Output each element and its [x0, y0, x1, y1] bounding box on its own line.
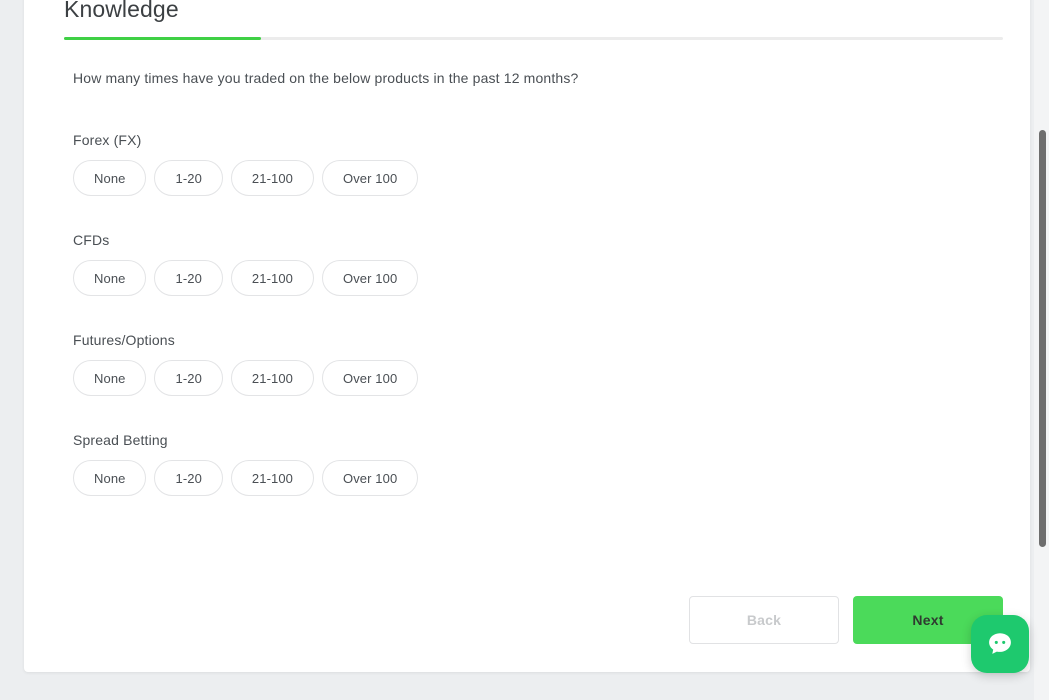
product-groups: Forex (FX) None 1-20 21-100 Over 100 CFDs None… [73, 132, 973, 496]
option-pill[interactable]: Over 100 [322, 460, 419, 496]
option-pill[interactable]: 21-100 [230, 160, 314, 196]
progress-bar-track [64, 37, 1003, 40]
option-pill[interactable]: 1-20 [154, 260, 223, 296]
knowledge-form-card: Knowledge How many times have you traded… [24, 0, 1030, 672]
option-pill[interactable]: 1-20 [154, 460, 223, 496]
option-pill[interactable]: None [73, 460, 147, 496]
page-title: Knowledge [64, 0, 179, 22]
product-group: Futures/Options None 1-20 21-100 Over 100 [73, 332, 973, 396]
option-pill[interactable]: None [73, 160, 147, 196]
form-footer: Back Next [689, 596, 1003, 644]
option-pill[interactable]: 21-100 [230, 360, 314, 396]
progress-bar-fill [64, 37, 262, 40]
option-pill[interactable]: Over 100 [322, 160, 419, 196]
option-pill[interactable]: 1-20 [154, 360, 223, 396]
option-pill[interactable]: Over 100 [322, 360, 419, 396]
question-text: How many times have you traded on the be… [73, 70, 579, 86]
chat-bubble-icon [985, 629, 1015, 659]
product-group-label: Forex (FX) [73, 132, 142, 148]
option-pill[interactable]: None [73, 260, 147, 296]
product-group-label: CFDs [73, 232, 110, 248]
product-group-label: Spread Betting [73, 432, 168, 448]
page-left-gutter [0, 0, 24, 700]
product-group: Spread Betting None 1-20 21-100 Over 100 [73, 432, 973, 496]
option-pill[interactable]: Over 100 [322, 260, 419, 296]
product-group-options: None 1-20 21-100 Over 100 [73, 160, 973, 196]
back-button[interactable]: Back [689, 596, 839, 644]
option-pill[interactable]: 1-20 [154, 160, 223, 196]
option-pill[interactable]: 21-100 [230, 260, 314, 296]
option-pill[interactable]: 21-100 [230, 460, 314, 496]
option-pill[interactable]: None [73, 360, 147, 396]
product-group: CFDs None 1-20 21-100 Over 100 [73, 232, 973, 296]
product-group-label: Futures/Options [73, 332, 175, 348]
product-group-options: None 1-20 21-100 Over 100 [73, 360, 973, 396]
chat-widget-button[interactable] [971, 615, 1029, 673]
product-group: Forex (FX) None 1-20 21-100 Over 100 [73, 132, 973, 196]
page-scrollbar-track[interactable] [1034, 0, 1049, 700]
product-group-options: None 1-20 21-100 Over 100 [73, 460, 973, 496]
product-group-options: None 1-20 21-100 Over 100 [73, 260, 973, 296]
page-scrollbar-thumb[interactable] [1039, 130, 1046, 547]
